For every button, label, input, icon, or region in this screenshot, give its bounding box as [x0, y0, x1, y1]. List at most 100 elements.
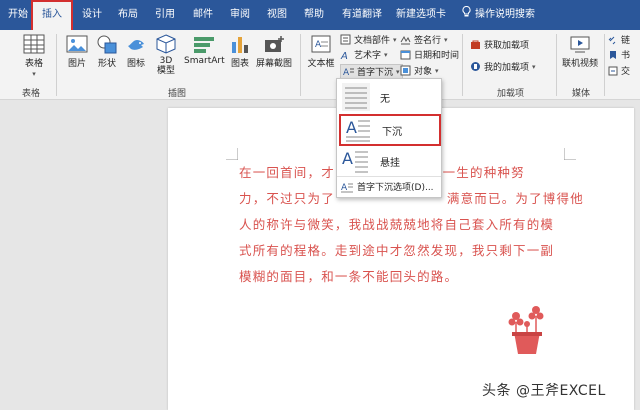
- ribbon-tab-bar: 开始 插入 设计 布局 引用 邮件 审阅 视图 帮助 有道翻译 新建选项卡 操作…: [0, 0, 640, 30]
- ribbon-insert: 表格 ▾ 表格 图片 形状 图标 3D 模型 SmartArt 图表 屏幕截图 …: [0, 30, 640, 100]
- shapes-button[interactable]: 形状: [94, 34, 120, 69]
- group-tables-label: 表格: [22, 89, 41, 99]
- crossref-icon: [608, 66, 618, 75]
- dropcap-dropped-thumb: A: [344, 116, 372, 144]
- store-icon: [471, 40, 480, 49]
- dropcap-options-label: 首字下沉选项(D)...: [357, 183, 434, 193]
- svg-text:A: A: [343, 68, 350, 77]
- shapes-label: 形状: [97, 59, 116, 69]
- docparts-label: 文档部件: [354, 36, 391, 46]
- flower-pot-image: [508, 306, 544, 354]
- get-addins-button[interactable]: 获取加载项: [470, 38, 529, 51]
- dropcap-option-dropped[interactable]: A 下沉: [339, 114, 441, 146]
- shapes-icon: [97, 35, 117, 54]
- bookmark-icon: [610, 50, 616, 59]
- dropcap-button[interactable]: A 首字下沉 ▾: [340, 64, 403, 79]
- pictures-button[interactable]: 图片: [64, 34, 90, 69]
- text-line: 人的称许与微笑，我战战兢兢地将自己套入所有的模: [239, 217, 555, 232]
- dropcap-menu: 无 A 下沉 A 悬挂 A 首字下沉选项(D)...: [336, 78, 442, 198]
- bookmark-button[interactable]: 书: [608, 48, 630, 61]
- datetime-label: 日期和时间: [414, 51, 460, 61]
- textbox-label: 文本框: [307, 59, 335, 69]
- bird-icon: [128, 40, 144, 50]
- wordart-button[interactable]: A 艺术字 ▾: [340, 48, 388, 62]
- crossref-label: 交: [621, 67, 631, 77]
- textbox-icon: A: [311, 35, 331, 53]
- tab-design[interactable]: 设计: [82, 0, 102, 30]
- tab-mailings[interactable]: 邮件: [193, 0, 213, 30]
- dropcap-options-item[interactable]: A 首字下沉选项(D)...: [341, 180, 434, 193]
- dropcap-none-label: 无: [380, 93, 390, 105]
- addins-icon: [471, 62, 480, 71]
- group-divider: [56, 34, 57, 96]
- online-video-label: 联机视频: [562, 59, 599, 69]
- group-divider: [462, 34, 463, 96]
- corner-mark: [226, 148, 238, 160]
- table-label: 表格: [24, 59, 43, 69]
- link-button[interactable]: 链: [608, 33, 630, 46]
- object-button[interactable]: 对象 ▾: [400, 64, 439, 77]
- crossref-button[interactable]: 交: [608, 64, 630, 77]
- calendar-icon: [400, 50, 411, 60]
- dropcap-label: 首字下沉: [357, 68, 394, 78]
- dropcap-options-icon: A: [341, 183, 353, 193]
- my-addins-button[interactable]: 我的加载项 ▾: [470, 60, 536, 73]
- wordart-icon: A: [340, 51, 348, 60]
- tab-view[interactable]: 视图: [267, 0, 287, 30]
- textbox-button[interactable]: A 文本框: [306, 34, 336, 69]
- object-icon: [400, 65, 411, 76]
- tell-me-label: 操作说明搜索: [475, 9, 535, 20]
- bookmark-label: 书: [621, 51, 631, 61]
- smartart-button[interactable]: SmartArt: [184, 34, 225, 66]
- tab-youdao[interactable]: 有道翻译: [342, 0, 382, 30]
- icons-button[interactable]: 图标: [124, 34, 148, 69]
- corner-mark: [564, 148, 576, 160]
- bar-chart-icon: [232, 37, 248, 53]
- cube-icon: [156, 34, 176, 54]
- tab-review[interactable]: 审阅: [230, 0, 250, 30]
- group-divider: [556, 34, 557, 96]
- svg-text:A: A: [315, 40, 322, 50]
- text-line: 式所有的程格。走到途中才忽然发现，我只剩下一副: [239, 243, 555, 258]
- tab-layout[interactable]: 布局: [118, 0, 138, 30]
- menu-divider: [337, 176, 441, 177]
- text-line: 模糊的面目，和一条不能回头的路。: [239, 269, 459, 284]
- tab-insert[interactable]: 插入: [31, 0, 73, 30]
- group-divider: [300, 34, 301, 96]
- chevron-down-icon: ▾: [32, 70, 36, 78]
- 3d-models-button[interactable]: 3D 模型: [154, 34, 178, 76]
- dropcap-dropped-label: 下沉: [382, 126, 402, 138]
- group-divider: [604, 34, 605, 96]
- svg-text:A: A: [346, 118, 357, 137]
- link-label: 链: [621, 36, 631, 46]
- tab-home[interactable]: 开始: [8, 0, 28, 30]
- dropcap-icon: A: [343, 68, 354, 77]
- dropcap-none-thumb: [342, 83, 370, 111]
- camera-icon: [265, 36, 284, 52]
- signature-label: 签名行: [414, 36, 442, 46]
- wordart-label: 艺术字: [354, 51, 382, 61]
- table-button[interactable]: 表格 ▾: [20, 34, 48, 79]
- docparts-button[interactable]: 文档部件 ▾: [340, 33, 397, 46]
- chart-button[interactable]: 图表: [228, 34, 252, 69]
- link-icon: [608, 36, 616, 44]
- dropcap-option-none[interactable]: 无: [339, 81, 441, 113]
- tell-me-search[interactable]: 操作说明搜索: [462, 0, 535, 30]
- datetime-button[interactable]: 日期和时间: [400, 48, 459, 61]
- tab-references[interactable]: 引用: [155, 0, 175, 30]
- watermark-text: 头条 @王斧EXCEL: [482, 383, 606, 399]
- signature-line-button[interactable]: 签名行 ▾: [400, 33, 448, 46]
- group-media-label: 媒体: [572, 89, 591, 99]
- screenshot-label: 屏幕截图: [256, 59, 293, 69]
- group-addins-label: 加载项: [497, 89, 525, 99]
- tab-new-tab[interactable]: 新建选项卡: [396, 0, 446, 30]
- dropcap-option-in-margin[interactable]: A 悬挂: [339, 145, 441, 177]
- smartart-label: SmartArt: [184, 56, 225, 66]
- screenshot-button[interactable]: 屏幕截图: [256, 34, 292, 69]
- group-illustrations-label: 插图: [168, 89, 187, 99]
- online-video-button[interactable]: 联机视频: [562, 34, 598, 69]
- 3d-models-label: 3D 模型: [156, 56, 175, 76]
- tab-help[interactable]: 帮助: [304, 0, 324, 30]
- object-label: 对象: [414, 67, 433, 77]
- svg-text:A: A: [342, 149, 353, 168]
